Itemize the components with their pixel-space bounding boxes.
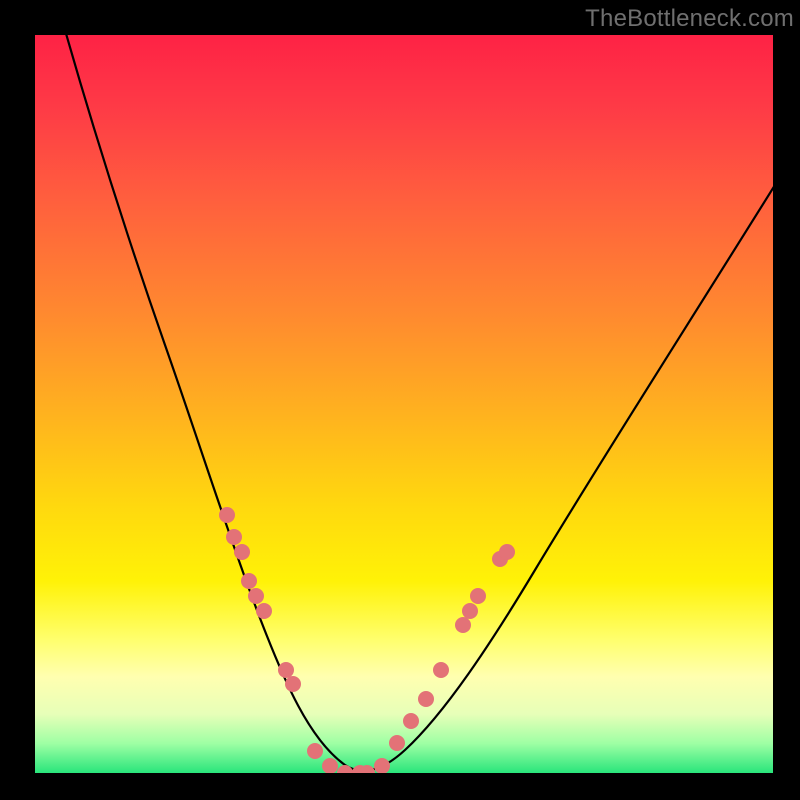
dot xyxy=(226,529,242,545)
scatter-dots xyxy=(219,507,515,773)
dot xyxy=(234,544,250,560)
dot xyxy=(418,691,434,707)
chart-frame: TheBottleneck.com xyxy=(0,0,800,800)
dot xyxy=(433,662,449,678)
bottleneck-curve xyxy=(65,35,773,771)
chart-svg xyxy=(35,35,773,773)
dot xyxy=(241,573,257,589)
dot xyxy=(374,758,390,773)
dot xyxy=(285,676,301,692)
dot xyxy=(219,507,235,523)
dot xyxy=(278,662,294,678)
dot xyxy=(455,617,471,633)
dot xyxy=(322,758,338,773)
dot xyxy=(403,713,419,729)
dot xyxy=(248,588,264,604)
dot xyxy=(389,735,405,751)
watermark-text: TheBottleneck.com xyxy=(585,5,794,33)
dot xyxy=(307,743,323,759)
plot-area xyxy=(35,35,773,773)
dot xyxy=(470,588,486,604)
dot xyxy=(462,603,478,619)
dot xyxy=(499,544,515,560)
dot xyxy=(256,603,272,619)
dot xyxy=(337,765,353,773)
